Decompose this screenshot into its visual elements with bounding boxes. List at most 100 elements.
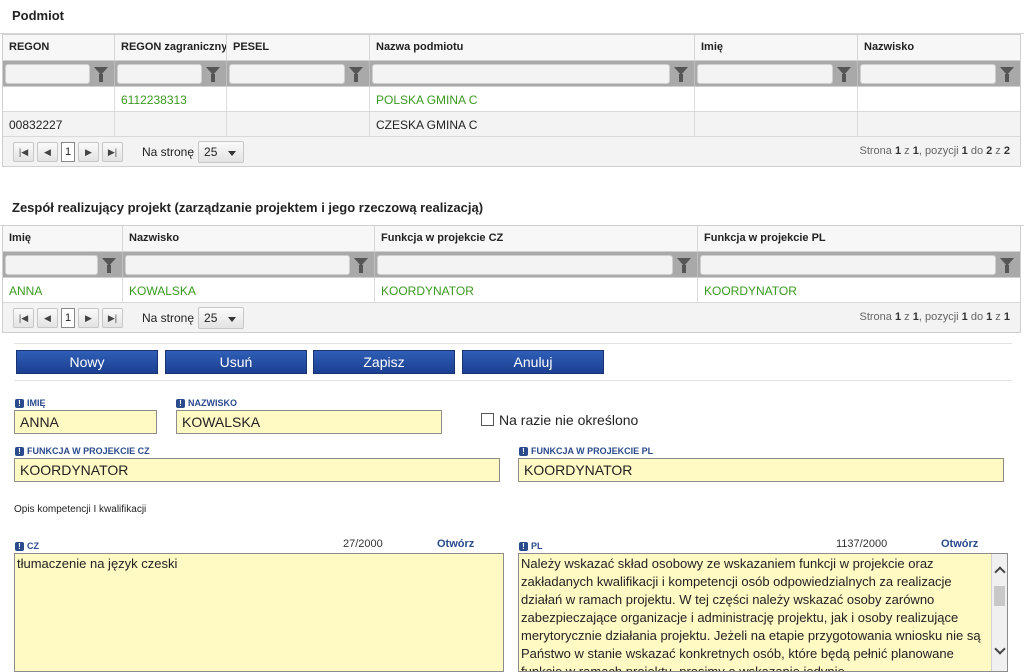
pager-info: Strona 1 z 1, pozycji 1 do 1 z 1	[859, 311, 1011, 323]
team-section-title: Zespół realizujący projekt (zarządzanie …	[0, 192, 1024, 226]
pl-textarea-scrollbar[interactable]	[991, 554, 1007, 671]
prev-page-icon[interactable]: ◀	[37, 141, 58, 162]
table-cell: ANNA	[3, 278, 123, 302]
filter-icon[interactable]	[674, 67, 688, 82]
delete-button[interactable]: Usuń	[165, 350, 307, 374]
filter-icon[interactable]	[1000, 67, 1014, 82]
table-cell	[858, 87, 1020, 111]
table-cell: KOORDYNATOR	[375, 278, 698, 302]
filter-icon[interactable]	[94, 67, 108, 82]
per-page-label: Na stronę	[142, 310, 195, 325]
next-page-icon[interactable]: ▶	[78, 307, 99, 328]
table-row[interactable]: 00832227 CZESKA GMINA C	[3, 112, 1020, 137]
column-header-last-name[interactable]: Nazwisko	[123, 226, 375, 251]
pl-open-link[interactable]: Otwórz	[941, 538, 978, 550]
filter-input[interactable]	[697, 64, 833, 84]
scroll-thumb[interactable]	[994, 586, 1005, 606]
last-name-field[interactable]: KOWALSKA	[176, 410, 442, 434]
team-grid: Imię Nazwisko Funkcja w projekcie CZ Fun…	[2, 225, 1021, 333]
filter-icon[interactable]	[837, 67, 851, 82]
required-icon: !	[176, 399, 185, 409]
description-heading: Opis kompetencji I kwalifikacji	[14, 504, 147, 515]
cz-label: ! CZ	[15, 541, 39, 552]
not-specified-label: Na razie nie określono	[499, 412, 639, 428]
last-name-label: ! NAZWISKO	[176, 398, 237, 409]
not-specified-checkbox[interactable]	[481, 413, 494, 426]
function-pl-label: ! FUNKCJA W PROJEKCIE PL	[519, 446, 653, 457]
page-number[interactable]: 1	[61, 141, 75, 162]
podmiot-section-title: Podmiot	[0, 0, 1024, 34]
filter-icon[interactable]	[349, 67, 363, 82]
function-pl-field[interactable]: KOORDYNATOR	[518, 458, 1004, 482]
last-page-icon[interactable]: ▶|	[102, 141, 123, 162]
scroll-down-icon[interactable]	[994, 643, 1006, 655]
filter-input[interactable]	[5, 64, 90, 84]
new-button[interactable]: Nowy	[16, 350, 158, 374]
filter-cell	[115, 61, 227, 86]
column-header-last-name[interactable]: Nazwisko	[858, 35, 1020, 60]
table-cell	[695, 87, 858, 111]
podmiot-filter-row	[3, 61, 1020, 87]
cz-description-textarea[interactable]: tłumaczenie na język czeski	[14, 553, 504, 672]
filter-input[interactable]	[125, 255, 350, 275]
filter-icon[interactable]	[102, 258, 116, 273]
filter-input[interactable]	[229, 64, 345, 84]
scroll-up-icon[interactable]	[994, 566, 1006, 578]
first-page-icon[interactable]: |◀	[13, 307, 34, 328]
pager-info: Strona 1 z 1, pozycji 1 do 2 z 2	[859, 145, 1011, 157]
column-header-first-name[interactable]: Imię	[3, 226, 123, 251]
required-icon: !	[519, 447, 528, 457]
cz-open-link[interactable]: Otwórz	[437, 538, 474, 550]
first-name-field[interactable]: ANNA	[14, 410, 157, 434]
column-header-pesel[interactable]: PESEL	[227, 35, 370, 60]
filter-input[interactable]	[372, 64, 670, 84]
per-page-select[interactable]: 25	[198, 140, 245, 163]
column-header-first-name[interactable]: Imię	[695, 35, 858, 60]
filter-cell	[3, 252, 123, 277]
first-page-icon[interactable]: |◀	[13, 141, 34, 162]
team-pager: |◀ ◀ 1 ▶ ▶| Na stronę 25 Strona 1 z 1, p…	[3, 303, 1020, 332]
per-page-select[interactable]: 25	[198, 306, 245, 329]
table-row[interactable]: ANNA KOWALSKA KOORDYNATOR KOORDYNATOR	[3, 278, 1020, 303]
table-cell: 6112238313	[115, 87, 227, 111]
next-page-icon[interactable]: ▶	[78, 141, 99, 162]
divider	[14, 343, 1012, 344]
podmiot-pager: |◀ ◀ 1 ▶ ▶| Na stronę 25 Strona 1 z 1, p…	[3, 137, 1020, 166]
filter-input[interactable]	[117, 64, 202, 84]
page-number[interactable]: 1	[61, 307, 75, 328]
table-cell: CZESKA GMINA C	[370, 112, 695, 136]
last-page-icon[interactable]: ▶|	[102, 307, 123, 328]
filter-cell	[858, 61, 1020, 86]
prev-page-icon[interactable]: ◀	[37, 307, 58, 328]
filter-icon[interactable]	[354, 258, 368, 273]
filter-cell	[227, 61, 370, 86]
column-header-regon[interactable]: REGON	[3, 35, 115, 60]
table-cell	[695, 112, 858, 136]
filter-input[interactable]	[5, 255, 98, 275]
column-header-regon-foreign[interactable]: REGON zagraniczny	[115, 35, 227, 60]
divider	[14, 380, 1012, 381]
save-button[interactable]: Zapisz	[313, 350, 455, 374]
pl-label: ! PL	[519, 541, 543, 552]
cancel-button[interactable]: Anuluj	[462, 350, 604, 374]
first-name-label: ! IMIĘ	[15, 398, 46, 409]
filter-cell	[123, 252, 375, 277]
table-cell: KOWALSKA	[123, 278, 375, 302]
filter-input[interactable]	[700, 255, 996, 275]
required-icon: !	[15, 447, 24, 457]
filter-icon[interactable]	[677, 258, 691, 273]
pl-description-textarea[interactable]: Należy wskazać skład osobowy ze wskazani…	[519, 554, 991, 671]
column-header-function-pl[interactable]: Funkcja w projekcie PL	[698, 226, 1020, 251]
filter-cell	[695, 61, 858, 86]
filter-input[interactable]	[377, 255, 673, 275]
filter-icon[interactable]	[1000, 258, 1014, 273]
required-icon: !	[15, 399, 24, 409]
column-header-entity-name[interactable]: Nazwa podmiotu	[370, 35, 695, 60]
function-cz-field[interactable]: KOORDYNATOR	[14, 458, 500, 482]
filter-icon[interactable]	[206, 67, 220, 82]
filter-cell	[3, 61, 115, 86]
table-row[interactable]: 6112238313 POLSKA GMINA C	[3, 87, 1020, 112]
column-header-function-cz[interactable]: Funkcja w projekcie CZ	[375, 226, 698, 251]
filter-input[interactable]	[860, 64, 996, 84]
table-cell	[115, 112, 227, 136]
